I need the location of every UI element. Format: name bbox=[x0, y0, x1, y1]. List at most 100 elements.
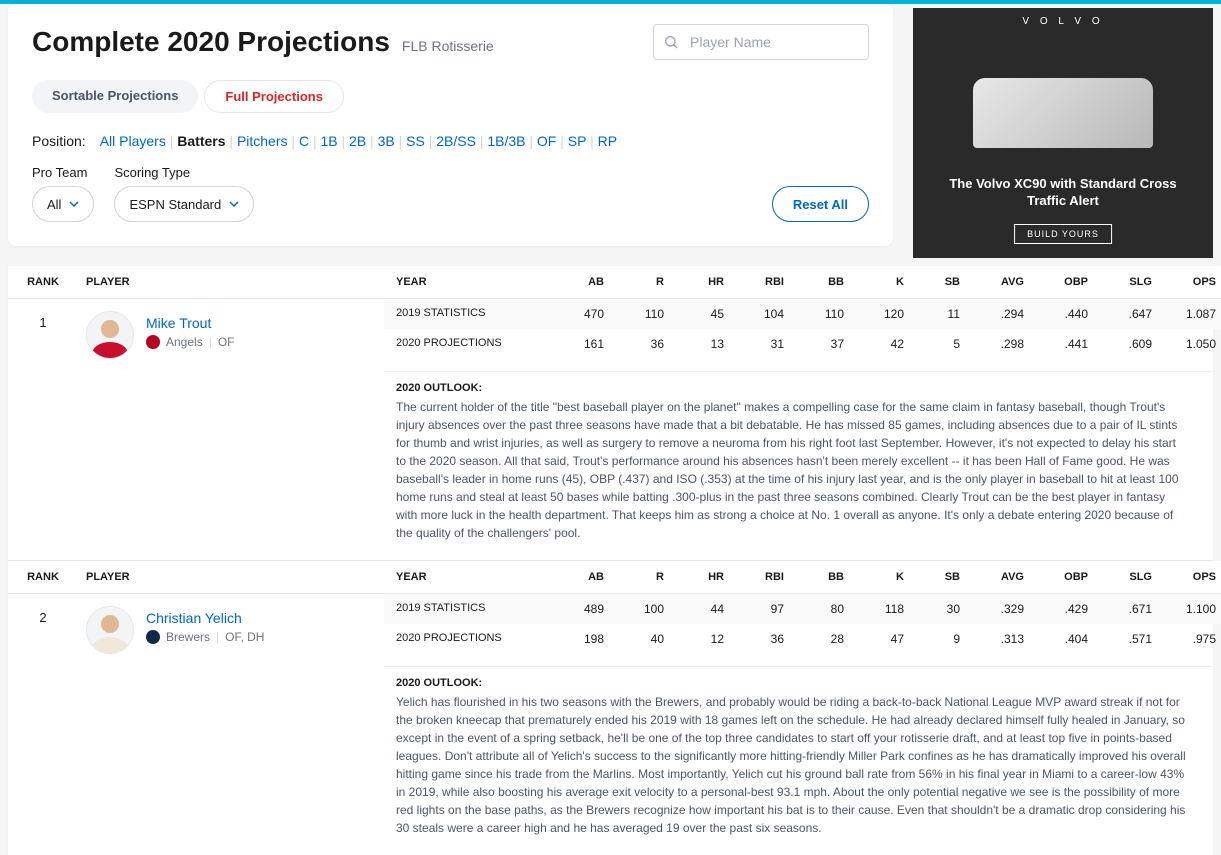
position-1b3b[interactable]: 1B/3B bbox=[487, 133, 525, 149]
scoring-value: ESPN Standard bbox=[129, 197, 221, 212]
player-name-link[interactable]: Mike Trout bbox=[146, 315, 235, 331]
position-2bss[interactable]: 2B/SS bbox=[436, 133, 476, 149]
player-position: OF bbox=[218, 335, 235, 349]
stat-ab: 470 bbox=[554, 299, 614, 329]
stat-avg: .294 bbox=[970, 299, 1034, 329]
chevron-down-icon bbox=[229, 199, 239, 209]
stat-slg: .609 bbox=[1098, 329, 1162, 359]
stat-avg: .313 bbox=[970, 624, 1034, 654]
col-player: PLAYER bbox=[78, 266, 130, 298]
stat-rbi: 104 bbox=[734, 299, 794, 329]
stat-sb: 11 bbox=[914, 299, 970, 329]
col-obp: OBP bbox=[1034, 266, 1098, 298]
player-rank: 1 bbox=[8, 311, 78, 359]
position-rp[interactable]: RP bbox=[598, 133, 617, 149]
col-hr: HR bbox=[674, 266, 734, 298]
stat-hr: 12 bbox=[674, 624, 734, 654]
position-label: Position: bbox=[32, 133, 86, 149]
stat-year-label: 2020 PROJECTIONS bbox=[384, 329, 554, 359]
stat-r: 110 bbox=[614, 299, 674, 329]
col-k: K bbox=[854, 266, 914, 298]
stat-rbi: 36 bbox=[734, 624, 794, 654]
stat-ab: 489 bbox=[554, 594, 614, 624]
stat-obp: .404 bbox=[1034, 624, 1098, 654]
stat-avg: .298 bbox=[970, 329, 1034, 359]
col-rbi: RBI bbox=[734, 561, 794, 593]
team-logo-icon bbox=[146, 630, 160, 644]
col-slg: SLG bbox=[1098, 266, 1162, 298]
col-hr: HR bbox=[674, 561, 734, 593]
stat-ops: 1.100 bbox=[1162, 594, 1221, 624]
stat-slg: .671 bbox=[1098, 594, 1162, 624]
stat-bb: 28 bbox=[794, 624, 854, 654]
stat-sb: 9 bbox=[914, 624, 970, 654]
stat-ops: 1.050 bbox=[1162, 329, 1221, 359]
col-obp: OBP bbox=[1034, 561, 1098, 593]
page-title: Complete 2020 Projections bbox=[32, 26, 390, 58]
col-k: K bbox=[854, 561, 914, 593]
col-ops: OPS bbox=[1162, 561, 1221, 593]
team-logo-icon bbox=[146, 335, 160, 349]
reset-button[interactable]: Reset All bbox=[772, 186, 869, 222]
stat-r: 36 bbox=[614, 329, 674, 359]
ad-brand: V O L V O bbox=[1022, 16, 1103, 27]
stat-bb: 37 bbox=[794, 329, 854, 359]
stat-bb: 110 bbox=[794, 299, 854, 329]
stat-obp: .440 bbox=[1034, 299, 1098, 329]
col-player: PLAYER bbox=[78, 561, 130, 593]
stat-slg: .647 bbox=[1098, 299, 1162, 329]
stat-r: 40 bbox=[614, 624, 674, 654]
tab-full[interactable]: Full Projections bbox=[204, 80, 344, 113]
player-avatar[interactable] bbox=[86, 311, 134, 359]
player-team: Brewers bbox=[166, 630, 210, 644]
stat-ops: .975 bbox=[1162, 624, 1221, 654]
position-2b[interactable]: 2B bbox=[349, 133, 366, 149]
col-avg: AVG bbox=[970, 561, 1034, 593]
pro-team-dropdown[interactable]: All bbox=[32, 186, 94, 222]
position-sp[interactable]: SP bbox=[568, 133, 586, 149]
stat-avg: .329 bbox=[970, 594, 1034, 624]
stat-year-label: 2019 STATISTICS bbox=[384, 299, 554, 329]
stat-rbi: 97 bbox=[734, 594, 794, 624]
stat-hr: 45 bbox=[674, 299, 734, 329]
stat-ab: 198 bbox=[554, 624, 614, 654]
stat-obp: .441 bbox=[1034, 329, 1098, 359]
stat-k: 47 bbox=[854, 624, 914, 654]
stat-sb: 5 bbox=[914, 329, 970, 359]
stat-ab: 161 bbox=[554, 329, 614, 359]
position-of[interactable]: OF bbox=[537, 133, 556, 149]
col-ab: AB bbox=[554, 266, 614, 298]
position-c[interactable]: C bbox=[299, 133, 309, 149]
col-rank: RANK bbox=[8, 561, 78, 593]
pro-team-value: All bbox=[47, 197, 61, 212]
ad-cta-button[interactable]: BUILD YOURS bbox=[1014, 224, 1112, 244]
col-rbi: RBI bbox=[734, 266, 794, 298]
page-subtitle: FLB Rotisserie bbox=[402, 38, 494, 54]
position-allplayers[interactable]: All Players bbox=[100, 133, 166, 149]
tab-sortable[interactable]: Sortable Projections bbox=[32, 80, 198, 113]
col-bb: BB bbox=[794, 561, 854, 593]
stat-bb: 80 bbox=[794, 594, 854, 624]
scoring-dropdown[interactable]: ESPN Standard bbox=[114, 186, 254, 222]
player-avatar[interactable] bbox=[86, 606, 134, 654]
stat-obp: .429 bbox=[1034, 594, 1098, 624]
col-ab: AB bbox=[554, 561, 614, 593]
position-ss[interactable]: SS bbox=[406, 133, 425, 149]
player-name-link[interactable]: Christian Yelich bbox=[146, 610, 264, 626]
stat-rbi: 31 bbox=[734, 329, 794, 359]
col-avg: AVG bbox=[970, 266, 1034, 298]
position-1b[interactable]: 1B bbox=[320, 133, 337, 149]
ad-banner[interactable]: V O L V O The Volvo XC90 with Standard C… bbox=[913, 8, 1213, 258]
search-input[interactable] bbox=[653, 24, 869, 60]
position-pitchers[interactable]: Pitchers bbox=[237, 133, 288, 149]
position-batters[interactable]: Batters bbox=[177, 133, 225, 149]
col-sb: SB bbox=[914, 266, 970, 298]
scoring-label: Scoring Type bbox=[114, 165, 254, 180]
outlook-title: 2020 OUTLOOK: bbox=[396, 677, 1189, 689]
search-icon bbox=[663, 34, 679, 50]
player-search[interactable] bbox=[653, 24, 869, 60]
position-3b[interactable]: 3B bbox=[378, 133, 395, 149]
player-team: Angels bbox=[166, 335, 203, 349]
stat-k: 118 bbox=[854, 594, 914, 624]
stat-hr: 44 bbox=[674, 594, 734, 624]
